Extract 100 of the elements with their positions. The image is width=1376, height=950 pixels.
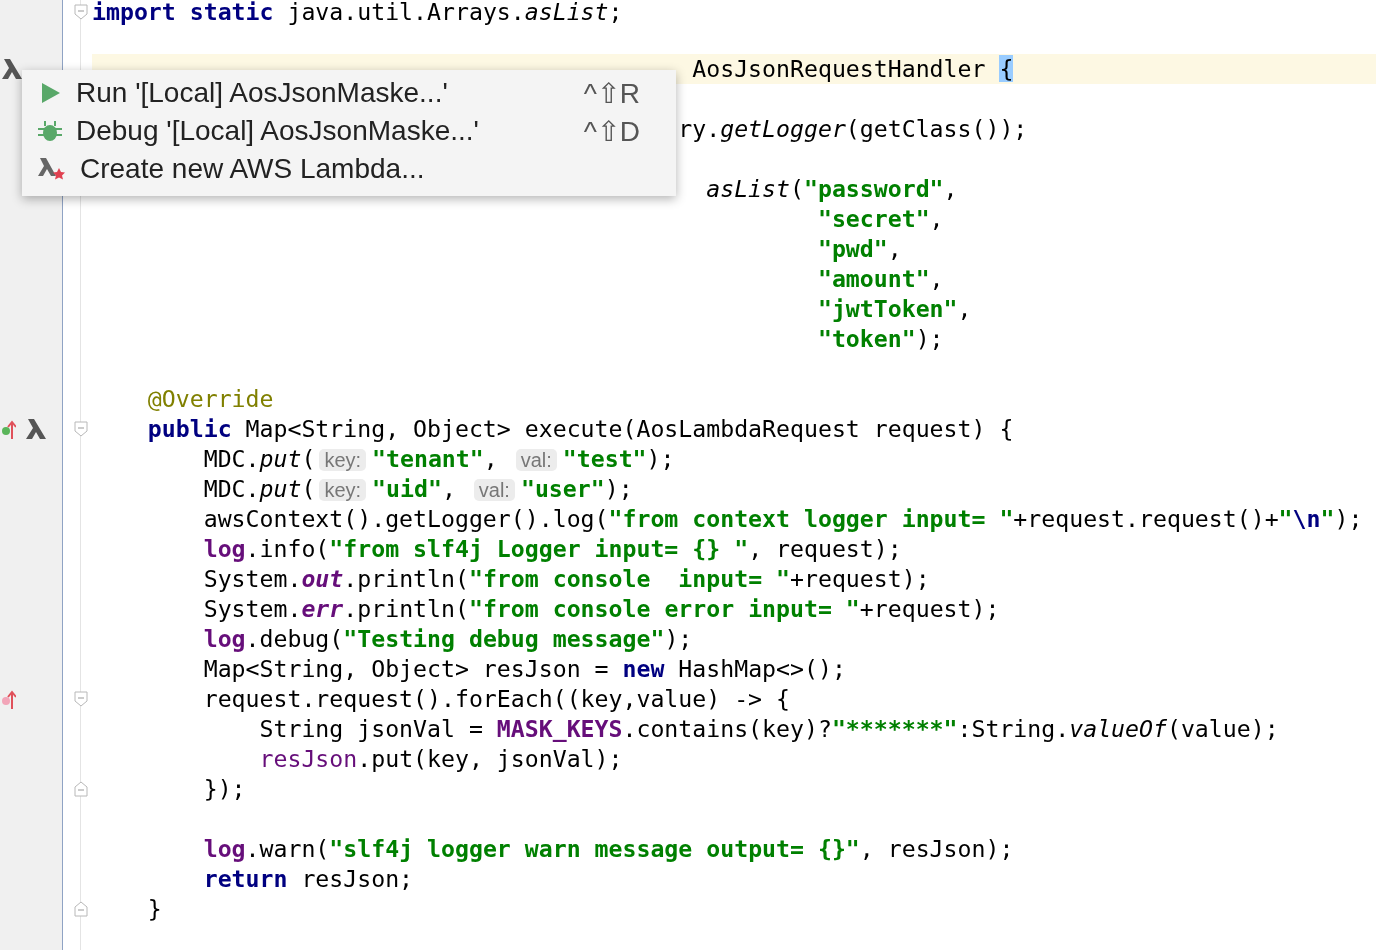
method-name: valueOf	[1069, 715, 1167, 742]
string-literal: "user"	[520, 475, 605, 502]
code-text: .debug(	[245, 625, 344, 652]
code-text: ,	[441, 475, 457, 502]
string-literal: "test"	[562, 445, 647, 472]
method-name: asList	[524, 0, 609, 25]
code-text: );	[1334, 505, 1363, 532]
code-text: ,	[929, 205, 944, 232]
lambda-icon[interactable]	[26, 417, 48, 441]
string-literal: "uid"	[372, 475, 442, 502]
code-text: .println(	[343, 565, 469, 592]
code-text: HashMap<>();	[677, 655, 846, 682]
matched-brace: {	[999, 55, 1014, 82]
code-text: );	[915, 325, 944, 352]
code-text: .contains(key)?	[622, 715, 832, 742]
variable-name: resJson	[259, 745, 358, 772]
code-text: AosJsonRequestHandler	[692, 55, 987, 82]
code-text: System.	[203, 565, 302, 592]
code-text: );	[604, 475, 633, 502]
field-name: MASK_KEYS	[496, 715, 623, 742]
method-name: getLogger	[720, 115, 846, 142]
string-literal: "amount"	[817, 265, 930, 292]
menu-item[interactable]: Run '[Local] AosJsonMaske...' ^⇧R	[22, 74, 676, 112]
code-text: ,	[887, 235, 902, 262]
code-text: );	[664, 625, 693, 652]
string-literal: "pwd"	[817, 235, 888, 262]
code-text: .info(	[245, 535, 330, 562]
menu-item[interactable]: Debug '[Local] AosJsonMaske...' ^⇧D	[22, 112, 676, 150]
code-text: .put(key, jsonVal);	[357, 745, 623, 772]
code-text: , resJson);	[859, 835, 1014, 862]
field-name: log	[203, 835, 246, 862]
code-text: +request);	[790, 565, 930, 592]
code-text: MDC.	[203, 445, 260, 472]
fold-marker-icon[interactable]	[73, 691, 88, 707]
code-text: }	[147, 895, 162, 922]
string-literal: "tenant"	[372, 445, 484, 472]
string-literal: "from context logger input= "	[608, 505, 1014, 532]
string-literal: "password"	[803, 175, 944, 202]
string-literal: "jwtToken"	[817, 295, 958, 322]
parameter-hint: key:	[319, 449, 367, 471]
keyword: import static	[92, 0, 274, 25]
annotation: @Override	[147, 385, 274, 412]
string-literal: "slf4j logger warn message output= {}"	[329, 835, 860, 862]
code-text: .println(	[343, 595, 469, 622]
string-literal: "from console error input= "	[468, 595, 860, 622]
parameter-hint: val:	[515, 449, 557, 471]
code-text: });	[203, 775, 246, 802]
code-text: java.util.Arrays.	[286, 0, 525, 25]
code-text: ,	[957, 295, 972, 322]
code-text: (value);	[1166, 715, 1279, 742]
fold-marker-icon[interactable]	[73, 4, 88, 20]
code-text: System.	[203, 595, 302, 622]
fold-marker-icon[interactable]	[73, 781, 88, 797]
string-literal: "from slf4j Logger input= {} "	[329, 535, 749, 562]
lambda-star-icon	[38, 156, 66, 182]
method-name: asList	[706, 175, 790, 202]
code-text: (	[301, 445, 316, 472]
keyword: return	[203, 865, 288, 892]
code-text: ,	[929, 265, 944, 292]
code-text: ry.	[678, 115, 721, 142]
code-text: ;	[608, 0, 623, 25]
code-text: resJson;	[300, 865, 414, 892]
fold-marker-icon[interactable]	[73, 901, 88, 917]
code-text: .warn(	[245, 835, 330, 862]
keyword: new	[622, 655, 665, 682]
field-name: log	[203, 535, 246, 562]
code-text: (	[790, 175, 804, 202]
code-text: request.request().forEach((key,value) -> {	[203, 685, 790, 712]
code-text: Map<String, Object> resJson =	[203, 655, 610, 682]
string-literal: "*******"	[831, 715, 958, 742]
lambda-icon[interactable]	[2, 57, 24, 81]
menu-item[interactable]: Create new AWS Lambda...	[22, 150, 676, 188]
code-text: (	[301, 475, 316, 502]
code-text: :String.	[957, 715, 1070, 742]
string-literal: "token"	[817, 325, 916, 352]
code-text: +request);	[859, 595, 1000, 622]
parameter-hint: val:	[473, 479, 515, 501]
static-field: out	[301, 565, 344, 592]
static-field: err	[301, 595, 344, 622]
string-literal: "	[1278, 505, 1293, 532]
method-name: put	[259, 445, 302, 472]
code-text: String jsonVal =	[259, 715, 484, 742]
fold-marker-icon[interactable]	[73, 421, 88, 437]
parameter-hint: key:	[319, 479, 367, 501]
code-text: ,	[943, 175, 958, 202]
code-text: Map<String, Object> execute(AosLambdaRequest request) {	[244, 415, 1014, 442]
string-literal: "secret"	[817, 205, 930, 232]
code-text: +request.request()+	[1013, 505, 1279, 532]
field-name: log	[203, 625, 246, 652]
code-text: , request);	[748, 535, 902, 562]
keyword: public	[147, 415, 232, 442]
method-name: put	[259, 475, 302, 502]
string-literal: "	[1320, 505, 1335, 532]
code-text: MDC.	[203, 475, 260, 502]
escape-sequence: \n	[1292, 505, 1321, 532]
code-text: ,	[483, 445, 499, 472]
string-literal: "from console input= "	[468, 565, 791, 592]
code-text: );	[646, 445, 675, 472]
code-text: awsContext().getLogger().log(	[203, 505, 609, 532]
string-literal: "Testing debug message"	[343, 625, 665, 652]
